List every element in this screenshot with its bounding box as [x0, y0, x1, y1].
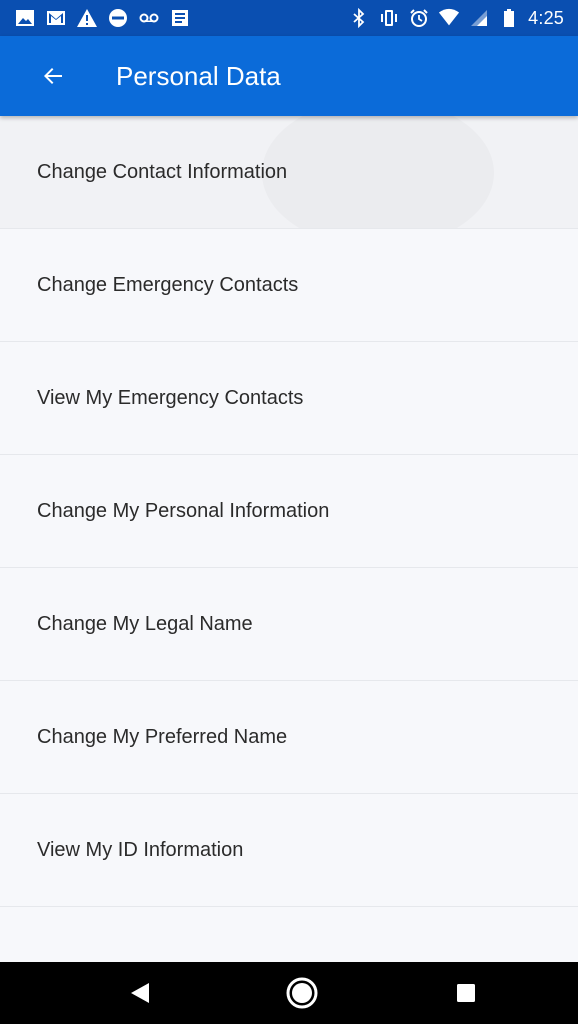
- vibrate-icon: [378, 7, 400, 29]
- bluetooth-icon: [348, 7, 370, 29]
- menu-item-label: View My ID Information: [37, 838, 244, 861]
- arrow-back-icon: [44, 68, 62, 84]
- system-icons: 4:25: [348, 7, 564, 29]
- menu-item-view-my-id-information[interactable]: View My ID Information: [0, 794, 578, 907]
- app-bar: Personal Data: [0, 36, 578, 116]
- nav-recents-button[interactable]: [436, 962, 496, 1024]
- system-nav-bar: [0, 962, 578, 1024]
- menu-item-change-my-legal-name[interactable]: Change My Legal Name: [0, 568, 578, 681]
- touch-ripple: [262, 116, 494, 228]
- menu-item-label: View My Emergency Contacts: [37, 386, 304, 409]
- image-icon: [14, 7, 36, 29]
- menu-list: Change Contact Information Change Emerge…: [0, 116, 578, 962]
- menu-item-label: Change Contact Information: [37, 160, 288, 183]
- battery-icon: [498, 7, 520, 29]
- menu-item-change-emergency-contacts[interactable]: Change Emergency Contacts: [0, 229, 578, 342]
- recents-square-icon: [457, 984, 475, 1002]
- back-triangle-icon: [131, 983, 149, 1003]
- menu-item-change-contact-information[interactable]: Change Contact Information: [0, 116, 578, 229]
- nav-back-button[interactable]: [110, 962, 170, 1024]
- menu-item-label: Change My Preferred Name: [37, 725, 288, 748]
- menu-item-view-my-emergency-contacts[interactable]: View My Emergency Contacts: [0, 342, 578, 455]
- voicemail-icon: [138, 7, 160, 29]
- status-bar: 4:25: [0, 0, 578, 36]
- wifi-icon: [438, 7, 460, 29]
- do-not-disturb-icon: [107, 7, 129, 29]
- status-time: 4:25: [528, 7, 564, 28]
- menu-item-change-my-personal-information[interactable]: Change My Personal Information: [0, 455, 578, 568]
- page-title: Personal Data: [116, 60, 281, 91]
- signal-icon: [468, 7, 490, 29]
- alarm-icon: [408, 7, 430, 29]
- gmail-icon: [45, 7, 67, 29]
- notification-icons: [14, 7, 191, 29]
- menu-item-label: Change My Personal Information: [37, 499, 330, 522]
- warning-icon: [76, 7, 98, 29]
- nav-home-button[interactable]: [272, 962, 332, 1024]
- back-button[interactable]: [36, 59, 70, 93]
- menu-item-label: Change My Legal Name: [37, 612, 253, 635]
- menu-item-change-my-preferred-name[interactable]: Change My Preferred Name: [0, 681, 578, 794]
- menu-item-partial[interactable]: [0, 907, 578, 962]
- news-icon: [169, 7, 191, 29]
- menu-item-label: Change Emergency Contacts: [37, 273, 299, 296]
- home-circle-icon: [286, 977, 318, 1009]
